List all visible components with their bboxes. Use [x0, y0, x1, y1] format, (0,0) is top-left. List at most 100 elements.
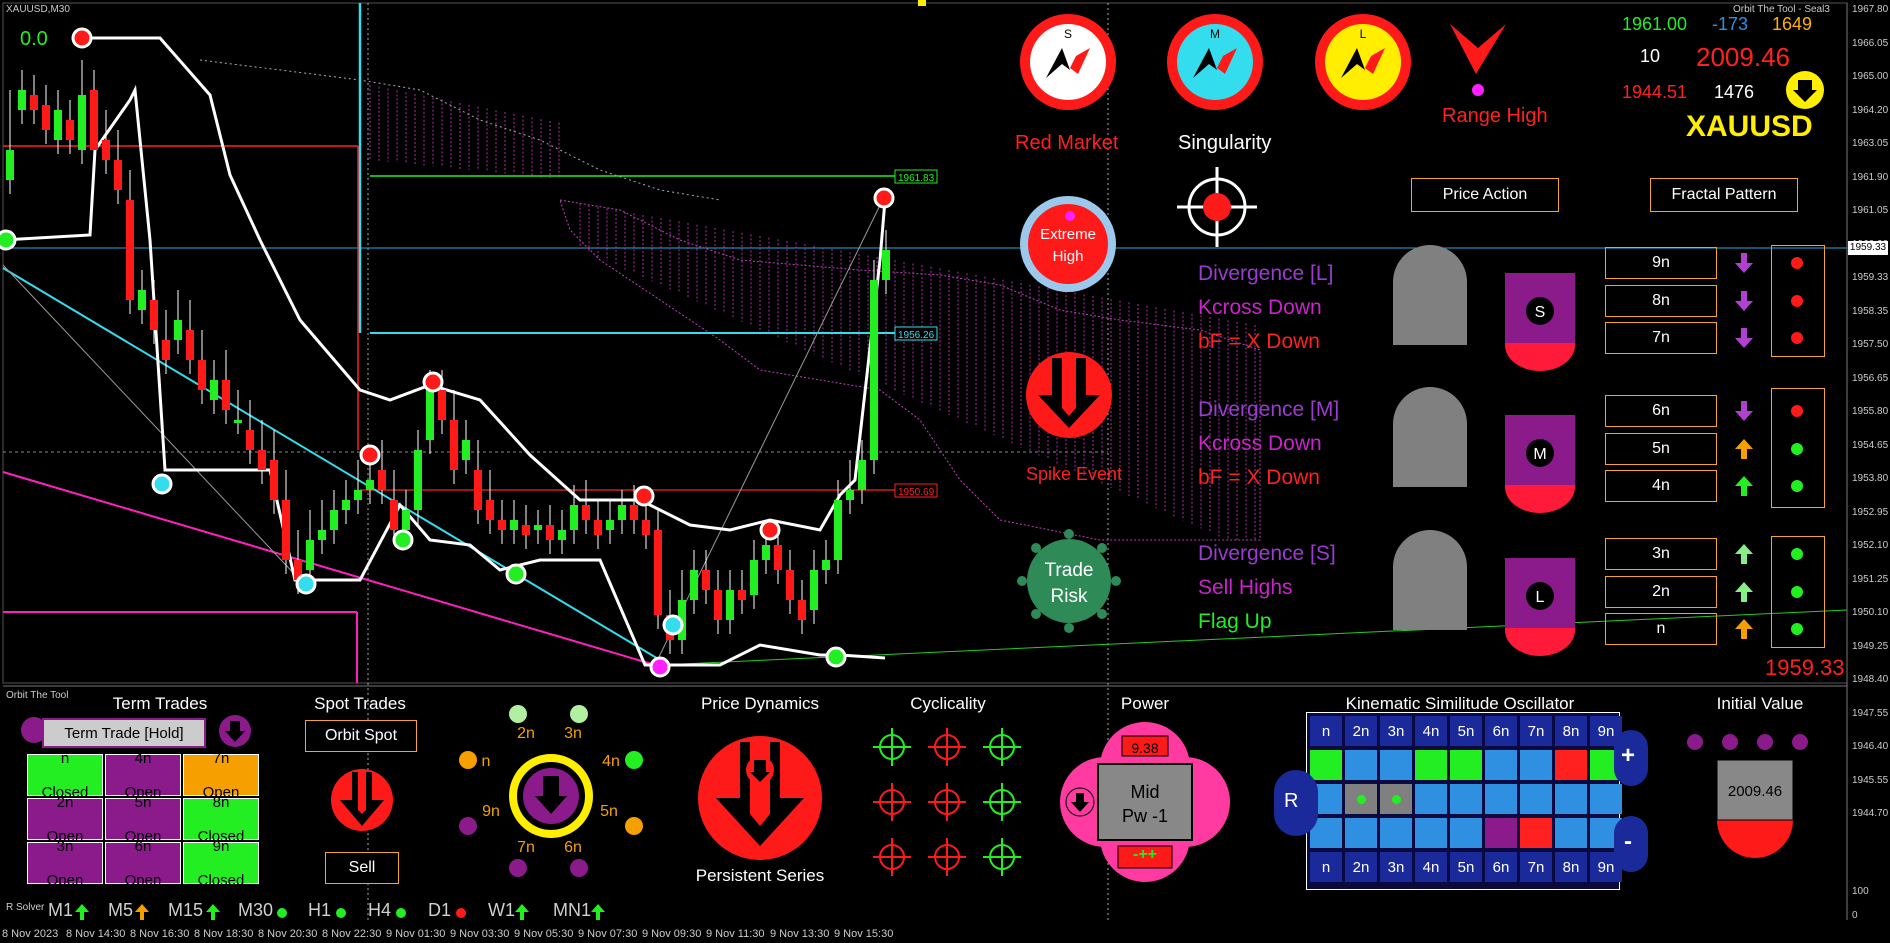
timeframe-MN1[interactable]: MN1 — [553, 900, 591, 921]
kso-cell — [1555, 750, 1587, 780]
term-cell-4n[interactable]: 4n Open — [105, 750, 181, 801]
candle-body — [762, 545, 770, 560]
cycle-crosshair-icon — [873, 728, 911, 766]
cycle-crosshair-icon — [983, 728, 1021, 766]
n-level-7n[interactable]: 7n — [1605, 322, 1717, 354]
n-level-2n[interactable]: 2n — [1605, 576, 1717, 608]
candle-body — [378, 470, 386, 490]
n-level-n[interactable]: n — [1605, 613, 1717, 645]
timeframe-M1[interactable]: M1 — [48, 900, 73, 921]
time-axis-label: 8 Nov 16:30 — [130, 928, 190, 940]
kso-header-cell: 4n — [1415, 716, 1447, 746]
gauge-m: M — [1505, 415, 1575, 513]
timeframe-H1[interactable]: H1 — [308, 900, 331, 921]
kso-header-cell: 7n — [1520, 716, 1552, 746]
candle-body — [306, 540, 314, 570]
signal-marker — [151, 473, 173, 495]
bottom-scale-bottom: 0 — [1852, 910, 1858, 921]
timeframe-D1[interactable]: D1 — [428, 900, 451, 921]
price-action-button[interactable]: Price Action — [1411, 178, 1559, 212]
candle-body — [774, 545, 782, 570]
tag-green: 1961.83 — [898, 173, 935, 184]
stat-7: 1476 — [1714, 82, 1755, 102]
tag-red: 1950.69 — [898, 487, 935, 498]
candle-body — [582, 505, 590, 520]
arrow-up-icon — [1735, 544, 1753, 564]
term-cell-6n[interactable]: 6n Open — [105, 838, 181, 889]
signal-m-2: bF = X Down — [1198, 466, 1320, 489]
time-axis-label: 9 Nov 15:30 — [834, 928, 894, 940]
kso-header-cell: 6n — [1485, 716, 1517, 746]
term-cell-8n[interactable]: 8n Closed — [183, 794, 259, 845]
candle-body — [246, 430, 254, 450]
kso-cell — [1380, 750, 1412, 780]
arrow-up-icon — [135, 904, 149, 920]
candle-body — [738, 590, 746, 600]
kso-cell — [1555, 784, 1587, 814]
candle-body — [6, 150, 14, 180]
m-market-icon[interactable]: M — [1165, 12, 1265, 112]
signal-marker — [422, 371, 444, 393]
n-level-3n[interactable]: 3n — [1605, 538, 1717, 570]
s-market-icon[interactable]: S — [1018, 12, 1118, 112]
kso-minus-label: - — [1624, 828, 1632, 855]
kso-cell — [1380, 784, 1412, 814]
kso-cell — [1520, 750, 1552, 780]
n-level-8n[interactable]: 8n — [1605, 285, 1717, 317]
n-level-6n[interactable]: 6n — [1605, 395, 1717, 427]
term-cell-5n[interactable]: 5n Open — [105, 794, 181, 845]
candle-body — [30, 95, 38, 110]
spike-event-icon[interactable] — [1024, 350, 1114, 440]
n-level-5n[interactable]: 5n — [1605, 433, 1717, 465]
range-high-label: Range High — [1442, 105, 1548, 127]
kso-cell — [1485, 750, 1517, 780]
gauge-s: S — [1505, 273, 1575, 371]
timeframe-H4[interactable]: H4 — [368, 900, 391, 921]
symbol-timeframe: XAUUSD,M30 — [6, 4, 70, 15]
term-cell-9n[interactable]: 9n Closed — [183, 838, 259, 889]
candle-body — [786, 570, 794, 600]
candle-body — [282, 500, 290, 560]
kso-cell — [1485, 818, 1517, 848]
orbit-label: Orbit The Tool — [6, 690, 69, 701]
kso-cell — [1415, 750, 1447, 780]
n-level-4n[interactable]: 4n — [1605, 470, 1717, 502]
spot-trades-title: Spot Trades — [314, 694, 406, 713]
term-cell-7n[interactable]: 7n Open — [183, 750, 259, 801]
range-high-icon — [1450, 24, 1506, 96]
term-trade-hold-button[interactable]: Term Trade [Hold] — [42, 718, 206, 748]
spot-sell-arrow-icon — [331, 769, 393, 831]
candle-body — [78, 95, 86, 150]
stat-3: 1649 — [1772, 14, 1813, 34]
timeframe-M30[interactable]: M30 — [238, 900, 273, 921]
price-scale-label: 1954.65 — [1852, 439, 1889, 451]
candle-body — [330, 510, 338, 530]
l-market-icon[interactable]: L — [1313, 12, 1413, 112]
term-cell-n[interactable]: n Closed — [27, 750, 103, 801]
timeframe-M5[interactable]: M5 — [108, 900, 133, 921]
kso-header-cell: 3n — [1380, 716, 1412, 746]
current-price-tag: 1959.33 — [1848, 241, 1888, 255]
candle-body — [534, 525, 542, 530]
candle-body — [162, 340, 170, 360]
n-level-9n[interactable]: 9n — [1605, 247, 1717, 279]
kso-header-cell: 4n — [1415, 852, 1447, 882]
price-scale-label: 1948.40 — [1852, 674, 1889, 685]
sell-button[interactable]: Sell — [325, 852, 399, 884]
kso-cell — [1345, 784, 1377, 814]
signal-marker — [71, 27, 93, 49]
term-down-arrow-icon[interactable] — [218, 714, 252, 748]
price-scale-label: 1944.70 — [1852, 808, 1889, 819]
extreme-high-icon[interactable]: Extreme High — [1018, 194, 1118, 294]
timeframe-W1[interactable]: W1 — [488, 900, 515, 921]
orbit-spot-button[interactable]: Orbit Spot — [305, 720, 417, 752]
timeframe-M15[interactable]: M15 — [168, 900, 203, 921]
candle-body — [798, 600, 806, 620]
trade-risk-icon[interactable]: Trade Risk — [1014, 526, 1124, 636]
price-scale-label: 1955.80 — [1852, 406, 1889, 417]
term-cell-2n[interactable]: 2n Open — [27, 794, 103, 845]
cycle-crosshair-icon — [928, 838, 966, 876]
term-cell-3n[interactable]: 3n Open — [27, 838, 103, 889]
fractal-pattern-button[interactable]: Fractal Pattern — [1650, 178, 1798, 212]
time-axis-label: 9 Nov 13:30 — [770, 928, 830, 940]
